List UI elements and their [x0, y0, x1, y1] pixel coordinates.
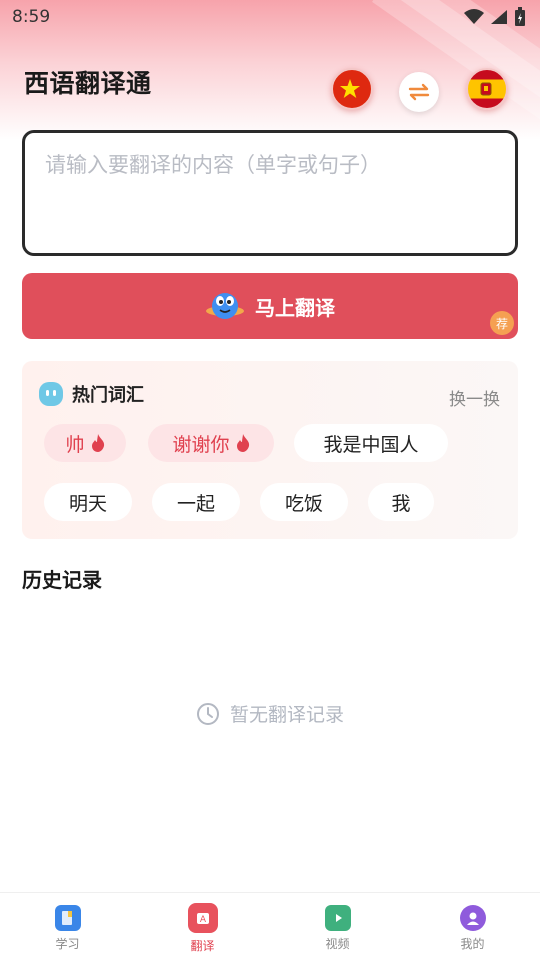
- target-language-button[interactable]: [466, 68, 508, 110]
- svg-text:A: A: [199, 915, 206, 925]
- clock-icon: [196, 702, 219, 725]
- translation-input-box[interactable]: [22, 130, 518, 256]
- hot-word-text: 帅: [65, 433, 85, 456]
- mascot-icon: [206, 293, 244, 319]
- wifi-icon: [464, 9, 484, 24]
- translate-icon: A: [187, 903, 218, 933]
- translate-now-button[interactable]: 马上翻译 荐: [22, 273, 518, 339]
- tab-label: 学习: [55, 937, 80, 951]
- status-bar: 8:59: [0, 0, 540, 34]
- hot-word-chip[interactable]: 我是中国人: [294, 424, 448, 462]
- tab-video[interactable]: 视频: [270, 893, 405, 960]
- hot-words-mascot-icon: [39, 382, 63, 406]
- translation-input[interactable]: [45, 149, 495, 237]
- swap-languages-button[interactable]: [399, 72, 439, 112]
- app-title: 西语翻译通: [24, 69, 152, 98]
- hot-word-text: 我: [391, 492, 411, 515]
- hot-word-text: 谢谢你: [172, 433, 230, 456]
- source-language-button[interactable]: [331, 68, 373, 110]
- hot-word-chip[interactable]: 明天: [44, 483, 132, 521]
- hot-word-text: 明天: [68, 492, 107, 515]
- hot-word-chip[interactable]: 帅: [44, 424, 126, 462]
- hot-words-card: 热门词汇 换一换 帅 谢谢你 我是中国人 明天 一起 吃饭 我: [22, 361, 518, 539]
- hot-word-text: 我是中国人: [323, 433, 419, 456]
- battery-icon: [515, 7, 525, 26]
- status-time: 8:59: [12, 7, 51, 27]
- tab-mine[interactable]: 我的: [405, 893, 540, 960]
- hot-words-title: 热门词汇: [72, 385, 144, 406]
- tab-label: 翻译: [190, 939, 215, 953]
- hot-word-chip[interactable]: 一起: [152, 483, 240, 521]
- hot-word-chip[interactable]: 谢谢你: [148, 424, 274, 462]
- recommend-badge: 荐: [490, 311, 514, 335]
- china-flag-icon: [340, 79, 360, 98]
- hot-word-text: 吃饭: [284, 492, 323, 515]
- tab-label: 我的: [460, 937, 485, 951]
- spain-flag-icon: [480, 82, 492, 96]
- tab-label: 视频: [325, 937, 350, 951]
- tab-study[interactable]: 学习: [0, 893, 135, 960]
- history-empty-state: 暂无翻译记录: [0, 700, 540, 727]
- refresh-button[interactable]: 换一换: [449, 385, 500, 410]
- history-title: 历史记录: [22, 568, 102, 592]
- signal-icon: [491, 10, 507, 24]
- hot-word-chip[interactable]: 我: [368, 483, 434, 521]
- swap-arrows-icon: [408, 83, 430, 101]
- fire-icon: [236, 434, 249, 452]
- fire-icon: [91, 434, 104, 452]
- translate-now-label: 马上翻译: [255, 295, 335, 320]
- bottom-tab-bar: 学习 A 翻译 视频 我的: [0, 892, 540, 960]
- tv-icon: [324, 905, 351, 931]
- profile-icon: [459, 905, 486, 931]
- app-header: 西语翻译通: [0, 56, 540, 120]
- book-icon: [54, 905, 81, 931]
- tab-translate[interactable]: A 翻译: [135, 893, 270, 960]
- empty-history-text: 暂无翻译记录: [229, 704, 344, 726]
- hot-word-chip[interactable]: 吃饭: [260, 483, 348, 521]
- hot-word-text: 一起: [176, 492, 215, 515]
